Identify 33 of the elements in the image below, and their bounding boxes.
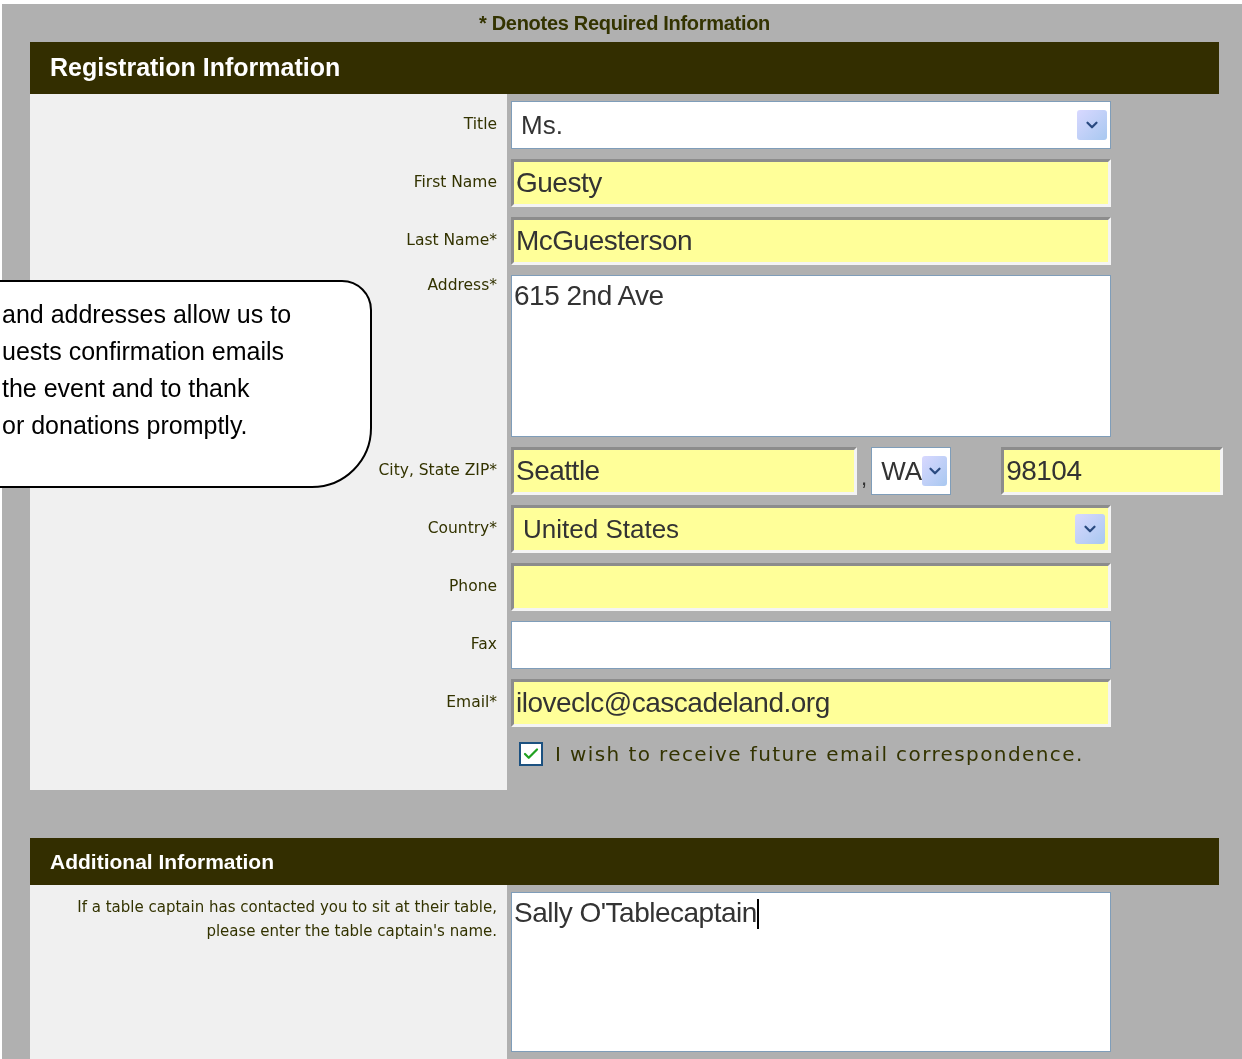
field-label: Country* bbox=[427, 518, 497, 540]
dropdown-button[interactable] bbox=[1075, 514, 1105, 544]
dropdown-button[interactable] bbox=[922, 456, 948, 486]
field-label: Last Name* bbox=[406, 230, 497, 252]
field-label: Email* bbox=[446, 692, 497, 714]
field-label: Title bbox=[463, 114, 497, 136]
text-field[interactable]: iloveclc@cascadeland.org bbox=[511, 679, 1111, 727]
select-field[interactable]: WA bbox=[871, 447, 952, 495]
dropdown-button[interactable] bbox=[1077, 110, 1107, 140]
field-label: Address* bbox=[427, 275, 497, 296]
text-field[interactable] bbox=[511, 621, 1111, 669]
separator-text: , bbox=[861, 467, 868, 492]
text-field[interactable]: Guesty bbox=[511, 159, 1111, 207]
field-label: Phone bbox=[449, 576, 497, 598]
text-field[interactable] bbox=[511, 563, 1111, 611]
text-field[interactable]: McGuesterson bbox=[511, 217, 1111, 265]
callout-text: and addresses allow us to uests confirmation emails the event and to thank or donations promptly. bbox=[2, 299, 292, 441]
select-field[interactable]: Ms. bbox=[511, 101, 1111, 149]
field-label: City, State ZIP* bbox=[378, 460, 497, 482]
section-header: Additional Information bbox=[30, 838, 1219, 885]
checkbox[interactable] bbox=[519, 742, 543, 766]
section-header: Registration Information bbox=[30, 42, 1219, 94]
text-area[interactable]: 615 2nd Ave bbox=[511, 275, 1111, 437]
text-field[interactable]: Seattle bbox=[511, 447, 857, 495]
field-label: Fax bbox=[470, 634, 497, 656]
text-cursor bbox=[756, 899, 759, 929]
select-field[interactable]: United States bbox=[511, 505, 1111, 553]
required-note: * Denotes Required Information bbox=[479, 11, 770, 36]
checkbox-label: I wish to receive future email correspondence. bbox=[555, 741, 1084, 768]
text-field[interactable]: 98104 bbox=[1001, 447, 1224, 495]
field-label: If a table captain has contacted you to sit at their table, please enter the table captain's name. bbox=[77, 897, 497, 942]
field-label: First Name bbox=[413, 172, 497, 194]
text-area[interactable]: Sally O'Tablecaptain bbox=[511, 892, 1111, 1052]
